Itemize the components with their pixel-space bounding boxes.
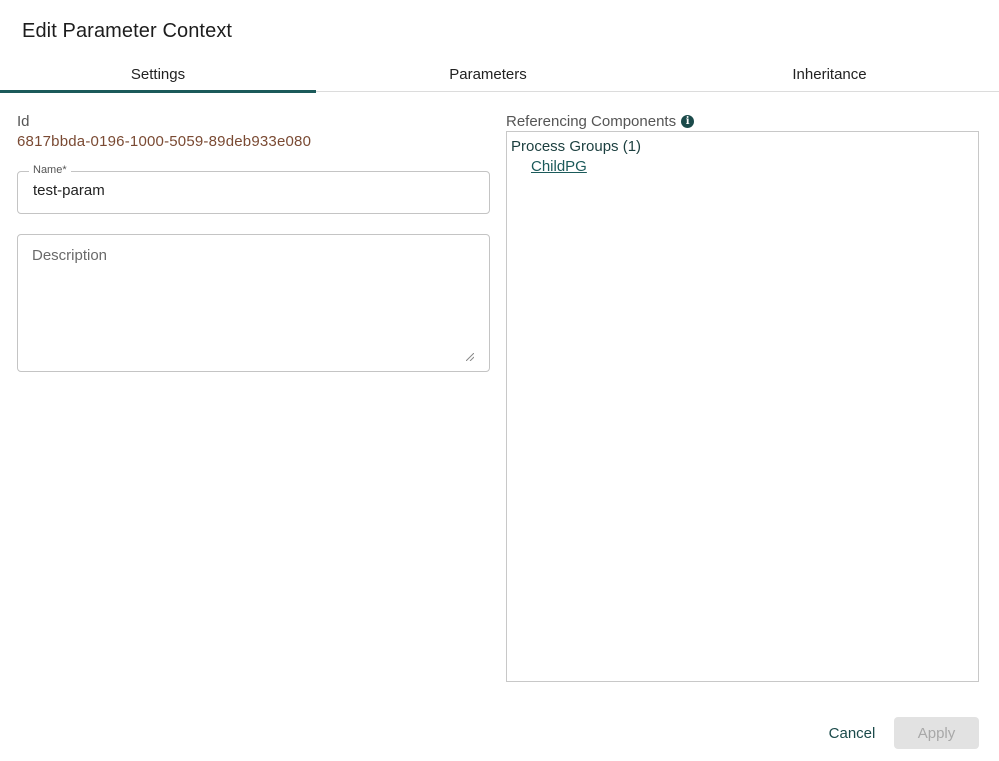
- referencing-components-panel: Process Groups (1) ChildPG: [506, 131, 979, 682]
- referencing-components-header: Referencing Components i: [506, 113, 695, 130]
- description-field: [17, 234, 490, 372]
- id-label: Id: [17, 113, 30, 130]
- tab-bar: Settings Parameters Inheritance: [0, 56, 999, 93]
- info-icon[interactable]: i: [681, 115, 695, 128]
- process-group-link[interactable]: ChildPG: [531, 158, 587, 175]
- process-groups-title: Process Groups (1): [511, 138, 642, 155]
- tab-inheritance[interactable]: Inheritance: [660, 56, 999, 92]
- cancel-button[interactable]: Cancel: [818, 717, 886, 749]
- tab-settings[interactable]: Settings: [0, 56, 316, 93]
- name-field: Name*: [17, 164, 490, 214]
- resize-handle-icon[interactable]: [466, 353, 474, 361]
- apply-button[interactable]: Apply: [894, 717, 979, 749]
- name-field-label: Name*: [29, 164, 71, 176]
- referencing-components-label: Referencing Components: [506, 113, 677, 130]
- description-textarea[interactable]: [32, 247, 476, 362]
- tab-parameters[interactable]: Parameters: [316, 56, 660, 92]
- name-input[interactable]: [33, 182, 473, 199]
- id-value: 6817bbda-0196-1000-5059-89deb933e080: [17, 133, 312, 150]
- dialog-title: Edit Parameter Context: [22, 20, 233, 42]
